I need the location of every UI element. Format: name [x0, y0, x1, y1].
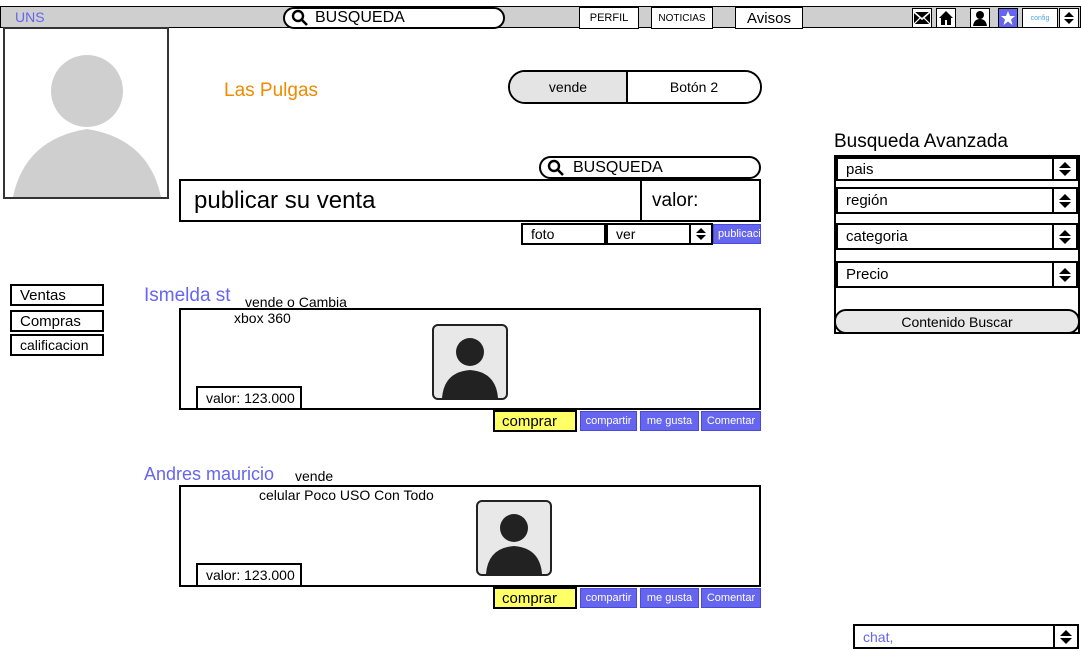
mail-icon[interactable]	[912, 8, 932, 28]
star-icon[interactable]	[998, 8, 1018, 28]
comprar-button[interactable]: comprar	[493, 587, 577, 609]
publish-form: publicar su venta valor:	[179, 179, 761, 222]
post-image[interactable]	[476, 500, 552, 576]
top-search-input[interactable]: BUSQUEDA	[283, 7, 505, 29]
segment-control: vende Botón 2	[508, 70, 762, 104]
content-search-label: BUSQUEDA	[573, 158, 663, 176]
person-icon	[442, 338, 498, 398]
top-search-label: BUSQUEDA	[315, 9, 405, 26]
avisos-button[interactable]: Avisos	[735, 7, 803, 29]
post-item-title: xbox 360	[234, 310, 291, 326]
content-search-input[interactable]: BUSQUEDA	[539, 156, 761, 179]
contenido-buscar-button[interactable]: Contenido Buscar	[834, 309, 1080, 334]
search-icon	[291, 9, 308, 26]
comprar-button[interactable]: comprar	[493, 410, 577, 432]
profile-picture[interactable]	[3, 27, 169, 199]
valor-input[interactable]: valor:	[642, 181, 759, 220]
spinner-icon[interactable]	[1052, 189, 1076, 212]
categoria-select[interactable]: categoria	[836, 223, 1078, 250]
comentar-button[interactable]: Comentar	[701, 411, 761, 431]
compartir-button[interactable]: compartir	[580, 588, 637, 608]
post-action: vende	[295, 468, 334, 484]
advanced-search-title: Busqueda Avanzada	[834, 131, 1008, 152]
top-bar: UNS BUSQUEDA PERFIL NOTICIAS Avisos conf…	[0, 6, 1081, 29]
spinner-icon[interactable]	[1052, 159, 1076, 179]
categoria-select-label: categoria	[846, 228, 908, 245]
spinner-icon[interactable]	[1052, 225, 1076, 248]
post-user-name[interactable]: Ismelda st	[144, 285, 231, 307]
avatar-placeholder-icon	[13, 55, 161, 197]
sidebar-item-calificacion[interactable]: calificacion	[10, 334, 104, 356]
topbar-spinner-icon[interactable]	[1059, 8, 1079, 28]
person-icon	[486, 514, 542, 574]
spinner-icon[interactable]	[1053, 626, 1077, 647]
me-gusta-button[interactable]: me gusta	[640, 411, 699, 431]
post-price: valor: 123.000	[196, 563, 302, 587]
page-title: Las Pulgas	[224, 80, 319, 101]
pais-select-label: pais	[846, 160, 874, 178]
spinner-icon[interactable]	[1052, 263, 1076, 286]
perfil-button[interactable]: PERFIL	[579, 7, 639, 29]
me-gusta-button[interactable]: me gusta	[640, 588, 699, 608]
post-image[interactable]	[432, 324, 508, 400]
sidebar-item-ventas[interactable]: Ventas	[10, 284, 104, 306]
precio-select[interactable]: Precio	[836, 261, 1078, 288]
foto-field[interactable]: foto	[521, 223, 606, 245]
user-icon[interactable]	[970, 8, 990, 28]
chat-label: chat,	[863, 628, 894, 645]
spinner-icon[interactable]	[689, 225, 711, 243]
segment-boton-2[interactable]: Botón 2	[628, 72, 760, 102]
ver-select[interactable]: ver	[606, 223, 713, 245]
post-item-title: celular Poco USO Con Todo	[259, 487, 434, 503]
noticias-button[interactable]: NOTICIAS	[651, 7, 713, 29]
pais-select[interactable]: pais	[836, 157, 1078, 181]
sidebar-item-compras[interactable]: Compras	[10, 310, 104, 332]
comentar-button[interactable]: Comentar	[701, 588, 761, 608]
post-card: celular Poco USO Con Todo valor: 123.000	[179, 485, 761, 587]
compartir-button[interactable]: compartir	[580, 411, 637, 431]
publicar-button[interactable]: publicaci	[713, 224, 761, 244]
precio-select-label: Precio	[846, 266, 889, 283]
chat-select[interactable]: chat,	[853, 624, 1079, 649]
search-icon	[547, 159, 564, 176]
config-button[interactable]: config	[1022, 8, 1058, 28]
region-select-label: región	[846, 192, 888, 209]
post-user-name[interactable]: Andres mauricio	[144, 464, 274, 485]
home-icon[interactable]	[936, 8, 956, 28]
segment-vende[interactable]: vende	[510, 72, 628, 102]
post-card: xbox 360 valor: 123.000	[179, 308, 761, 410]
post-price: valor: 123.000	[196, 386, 302, 410]
ver-select-label: ver	[616, 226, 636, 242]
publish-input[interactable]: publicar su venta	[181, 181, 642, 220]
advanced-search-panel: pais región categoria Precio Contenido B…	[834, 155, 1080, 334]
region-select[interactable]: región	[836, 187, 1078, 214]
app-logo[interactable]: UNS	[15, 9, 45, 25]
